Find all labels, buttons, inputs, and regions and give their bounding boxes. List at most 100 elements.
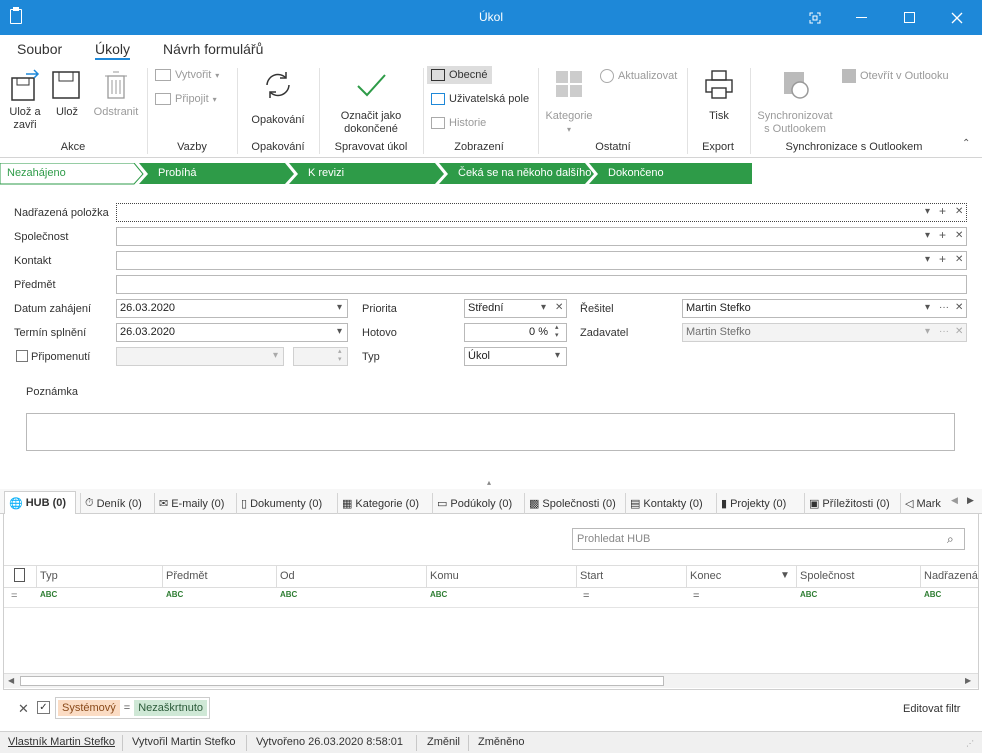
update-button[interactable]: Aktualizovat — [600, 69, 677, 83]
edit-filter-button[interactable]: Editovat filtr — [903, 703, 960, 715]
more-icon[interactable]: ··· — [939, 302, 949, 313]
tab-companies[interactable]: ▩ Společnosti (0) — [524, 493, 622, 514]
column-header-to[interactable]: Komu — [426, 566, 576, 587]
equals-icon[interactable]: = — [11, 590, 17, 602]
filter-enabled-checkbox[interactable]: ✓ — [37, 701, 50, 714]
tab-scroll-left-icon[interactable]: ◀ — [951, 495, 958, 506]
tab-contacts[interactable]: ▤ Kontakty (0) — [625, 493, 713, 514]
hub-search-input[interactable]: Prohledat HUB ⌕ — [572, 528, 965, 550]
clear-icon[interactable]: ✕ — [555, 302, 563, 313]
scroll-left-icon[interactable]: ◀ — [8, 676, 14, 685]
column-header-from[interactable]: Od — [276, 566, 426, 587]
priority-select[interactable]: Střední ▾ ✕ — [464, 299, 567, 318]
column-header-parent[interactable]: Nadřazená — [920, 566, 978, 587]
filter-abc-icon[interactable]: ABC — [924, 590, 941, 606]
done-spinner[interactable]: 0 % ▴ ▾ — [464, 323, 567, 342]
scroll-thumb[interactable] — [20, 676, 664, 686]
tab-form-design[interactable]: Návrh formulářů — [163, 41, 263, 57]
view-general-button[interactable]: Obecné — [427, 66, 492, 84]
history-button[interactable]: Historie — [431, 117, 486, 129]
sync-outlook-button[interactable]: Synchronizovat s Outlookem — [754, 68, 836, 136]
company-input[interactable]: ▾ + ✕ — [116, 227, 967, 246]
step-review[interactable]: K revizi — [298, 163, 344, 184]
add-icon[interactable]: + — [939, 228, 946, 242]
user-fields-button[interactable]: Uživatelská pole — [431, 93, 529, 105]
tab-projects[interactable]: ▮ Projekty (0) — [716, 493, 800, 514]
clear-icon[interactable]: ✕ — [955, 230, 963, 241]
chevron-down-icon[interactable]: ▾ — [337, 326, 342, 337]
create-button[interactable]: Vytvořit ▾ — [155, 69, 219, 81]
type-select[interactable]: Úkol ▾ — [464, 347, 567, 366]
filter-abc-icon[interactable]: ABC — [430, 590, 447, 606]
tab-categories[interactable]: ▦ Kategorie (0) — [337, 493, 429, 514]
chevron-down-icon[interactable]: ▾ — [541, 302, 546, 313]
filter-expression[interactable]: Systémový = Nezaškrtnuto — [55, 697, 211, 719]
step-in-progress[interactable]: Probíhá — [148, 163, 197, 184]
save-button[interactable]: Ulož — [50, 68, 84, 119]
chevron-down-icon[interactable]: ▾ — [555, 350, 560, 361]
reminder-checkbox[interactable] — [16, 350, 28, 362]
column-header-subject[interactable]: Předmět — [162, 566, 276, 587]
tab-tasks[interactable]: Úkoly — [95, 41, 131, 60]
step-waiting[interactable]: Čeká se na někoho dalšího — [448, 163, 591, 184]
collapse-ribbon-icon[interactable]: ⌃ — [962, 138, 970, 149]
step-done[interactable]: Dokončeno — [598, 163, 664, 184]
clear-icon[interactable]: ✕ — [955, 302, 963, 313]
repeat-button[interactable]: Opakování — [248, 68, 308, 127]
horizontal-scrollbar[interactable]: ◀ ▶ — [4, 673, 978, 688]
owner-link[interactable]: Vlastník Martin Stefko — [8, 736, 115, 748]
tab-scroll-right-icon[interactable]: ▶ — [967, 495, 974, 506]
filter-abc-icon[interactable]: ABC — [800, 590, 817, 606]
tab-emails[interactable]: ✉ E-maily (0) — [154, 493, 232, 514]
tab-marketing[interactable]: ◁ Mark — [900, 493, 944, 514]
reminder-time-input[interactable]: ▴ ▾ — [293, 347, 348, 366]
chevron-down-icon[interactable]: ▾ — [925, 206, 930, 217]
due-date-input[interactable]: 26.03.2020 ▾ — [116, 323, 348, 342]
tab-hub[interactable]: 🌐 HUB (0) — [4, 491, 76, 514]
solver-input[interactable]: Martin Stefko ▾ ··· ✕ — [682, 299, 967, 318]
add-icon[interactable]: + — [939, 252, 946, 266]
print-button[interactable]: Tisk — [698, 68, 740, 123]
scroll-right-icon[interactable]: ▶ — [965, 676, 971, 685]
tab-subtasks[interactable]: ▭ Podúkoly (0) — [432, 493, 520, 514]
spin-icon[interactable]: ▴ ▾ — [555, 324, 559, 340]
chevron-down-icon[interactable]: ▾ — [337, 302, 342, 313]
column-header-company[interactable]: Společnost — [796, 566, 920, 587]
delete-button[interactable]: Odstranit — [90, 68, 142, 119]
clear-icon[interactable]: ✕ — [955, 206, 963, 217]
add-icon[interactable]: + — [939, 204, 946, 218]
search-icon[interactable]: ⌕ — [947, 532, 954, 547]
subject-input[interactable] — [116, 275, 967, 294]
category-button[interactable]: Kategorie ▾ — [543, 68, 595, 136]
chevron-down-icon[interactable]: ▾ — [925, 230, 930, 241]
step-not-started[interactable]: Nezahájeno — [0, 163, 66, 184]
mark-done-button[interactable]: Označit jako dokončené — [330, 68, 412, 136]
chevron-down-icon[interactable]: ▾ — [925, 254, 930, 265]
attach-button[interactable]: Připojit ▾ — [155, 93, 217, 105]
note-textarea[interactable] — [26, 413, 955, 451]
filter-abc-icon[interactable]: ABC — [280, 590, 297, 606]
splitter-grip-icon[interactable]: ▴ — [487, 478, 491, 487]
filter-abc-icon[interactable]: ABC — [166, 590, 183, 606]
tab-journal[interactable]: ⏱ Deník (0) — [80, 493, 152, 514]
column-header-start[interactable]: Start — [576, 566, 686, 587]
contact-input[interactable]: ▾ + ✕ — [116, 251, 967, 270]
resize-grip-icon[interactable]: ⋰ — [966, 739, 974, 748]
close-button[interactable] — [934, 0, 980, 35]
filter-abc-icon[interactable]: ABC — [40, 590, 57, 606]
open-outlook-button[interactable]: Otevřít v Outlooku — [842, 69, 949, 83]
column-header-type[interactable]: Typ — [36, 566, 162, 587]
tab-opportunities[interactable]: ▣ Příležitosti (0) — [804, 493, 898, 514]
tab-file[interactable]: Soubor — [17, 41, 62, 57]
minimize-button[interactable] — [838, 0, 884, 35]
save-close-button[interactable]: Ulož a zavři — [4, 68, 46, 132]
clear-icon[interactable]: ✕ — [955, 254, 963, 265]
equals-icon[interactable]: = — [693, 590, 699, 602]
maximize-button[interactable] — [886, 0, 932, 35]
equals-icon[interactable]: = — [583, 590, 589, 602]
reminder-date-input[interactable]: ▾ — [116, 347, 284, 366]
clear-filter-icon[interactable]: ✕ — [18, 701, 29, 717]
start-date-input[interactable]: 26.03.2020 ▾ — [116, 299, 348, 318]
chevron-down-icon[interactable]: ▾ — [925, 302, 930, 313]
tab-documents[interactable]: ▯ Dokumenty (0) — [236, 493, 334, 514]
